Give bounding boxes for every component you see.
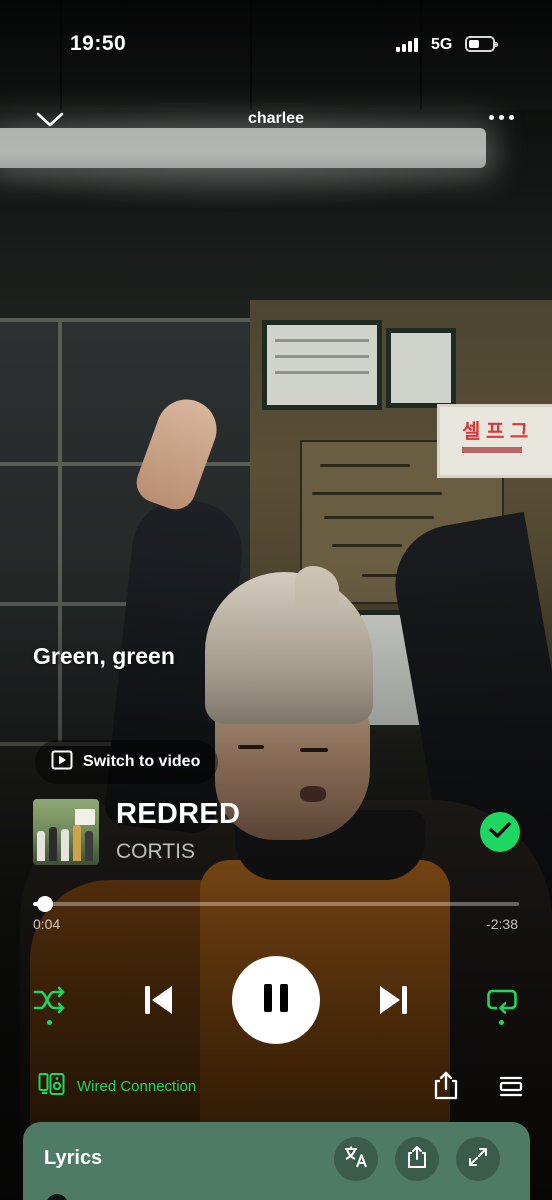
translate-icon <box>343 1145 369 1174</box>
switch-to-video-button[interactable]: Switch to video <box>35 740 219 784</box>
lyrics-title: Lyrics <box>44 1147 103 1169</box>
repeat-active-dot <box>499 1020 504 1025</box>
previous-button[interactable] <box>136 980 180 1024</box>
play-video-icon <box>51 750 73 775</box>
now-playing-screen: 셀 프 그 19:50 5G charlee Green, green Swit… <box>0 0 552 1200</box>
progress-bar[interactable] <box>33 896 519 912</box>
check-icon <box>489 821 511 844</box>
signal-icon <box>396 38 422 52</box>
pause-icon <box>261 982 291 1019</box>
lyrics-share-button[interactable] <box>395 1137 439 1181</box>
shuffle-button[interactable] <box>30 982 70 1022</box>
next-button[interactable] <box>372 980 416 1024</box>
context-title: charlee <box>247 110 305 127</box>
album-art[interactable] <box>33 799 99 865</box>
network-type: 5G <box>431 36 453 53</box>
next-icon <box>377 983 411 1022</box>
pause-button[interactable] <box>232 956 320 1044</box>
share-icon <box>432 1071 460 1105</box>
expand-button[interactable] <box>456 1137 500 1181</box>
shuffle-active-dot <box>47 1020 52 1025</box>
speaker-device-icon <box>38 1072 66 1101</box>
device-label: Wired Connection <box>77 1078 197 1095</box>
device-picker[interactable]: Wired Connection <box>38 1072 196 1101</box>
saved-check-button[interactable] <box>480 812 520 852</box>
notice-board <box>262 320 382 410</box>
lyrics-card[interactable]: Lyrics <box>23 1122 530 1200</box>
queue-icon <box>498 1076 524 1104</box>
notice-small <box>386 328 456 408</box>
share-button[interactable] <box>432 1071 460 1101</box>
expand-icon <box>468 1147 488 1172</box>
lyrics-peek <box>46 1194 68 1200</box>
chevron-down-icon[interactable] <box>35 108 65 130</box>
battery-icon <box>465 36 498 52</box>
current-lyric: Green, green <box>33 643 175 669</box>
time-remaining: -2:38 <box>486 916 518 932</box>
previous-icon <box>141 983 175 1022</box>
translate-button[interactable] <box>334 1137 378 1181</box>
repeat-icon <box>485 987 519 1022</box>
time-elapsed: 0:04 <box>33 916 61 932</box>
track-title[interactable]: REDRED <box>116 798 240 831</box>
share-icon <box>406 1145 428 1174</box>
track-artist[interactable]: CORTIS <box>116 840 195 864</box>
more-icon[interactable] <box>486 111 518 125</box>
shuffle-icon <box>32 985 68 1020</box>
queue-button[interactable] <box>498 1074 524 1100</box>
switch-to-video-label: Switch to video <box>83 753 201 770</box>
status-time: 19:50 <box>70 32 127 55</box>
red-sign: 셀 프 그 <box>437 404 552 478</box>
